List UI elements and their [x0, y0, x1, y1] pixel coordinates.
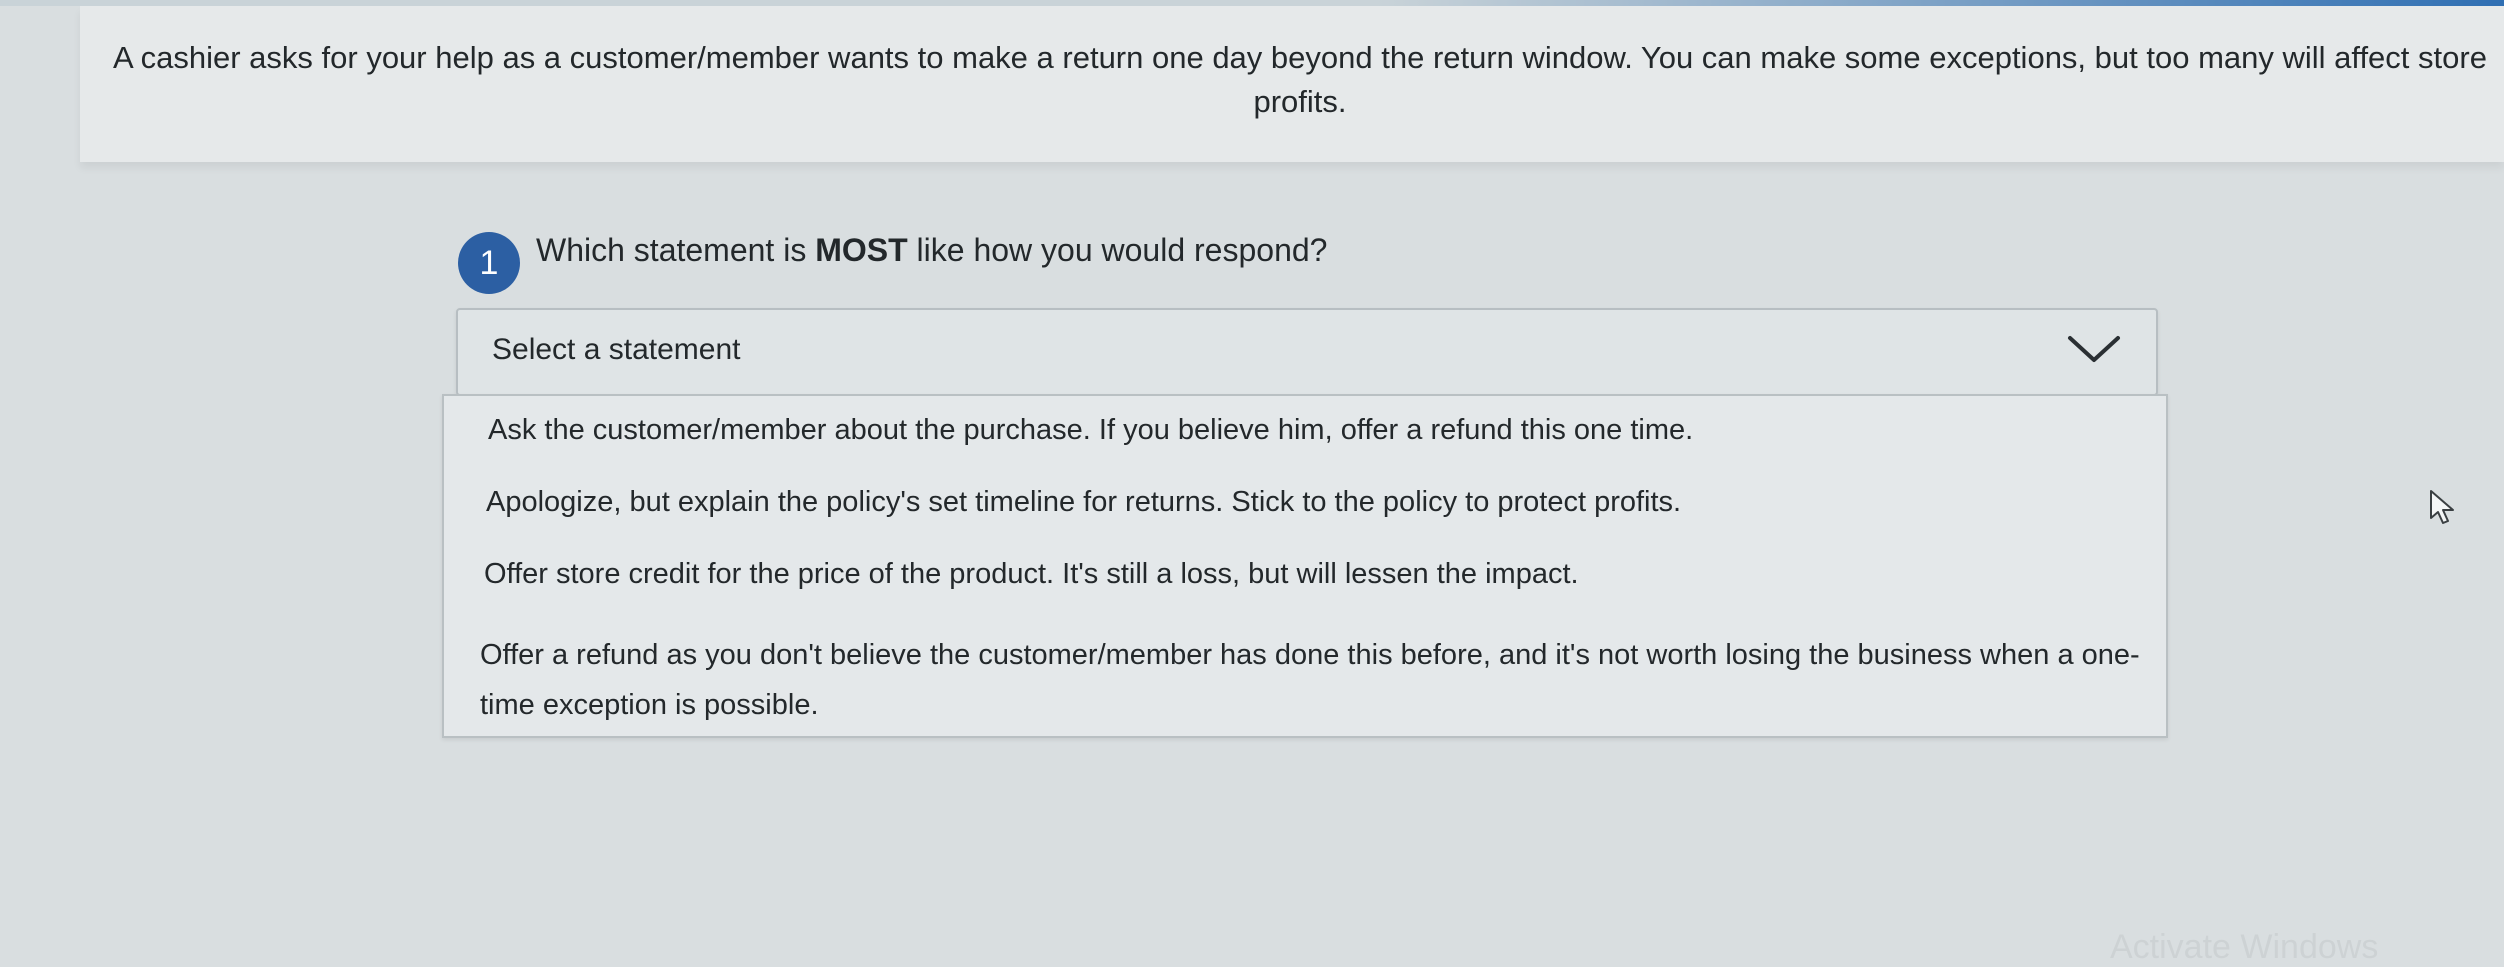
statement-select[interactable]: Select a statement: [456, 308, 2158, 396]
question-number-badge: 1: [458, 232, 520, 294]
statement-options-list: Ask the customer/member about the purcha…: [442, 394, 2168, 738]
activate-windows-watermark: Activate Windows: [2110, 928, 2379, 966]
question-text-before: Which statement is: [536, 232, 816, 268]
option-item[interactable]: Offer store credit for the price of the …: [484, 554, 1579, 594]
select-value: Select a statement: [492, 333, 741, 366]
option-item[interactable]: Ask the customer/member about the purcha…: [488, 410, 1693, 450]
mouse-cursor-icon: [2430, 490, 2454, 524]
chevron-down-icon[interactable]: [2066, 332, 2122, 366]
question-text-after: like how you would respond?: [907, 232, 1328, 268]
scenario-text: A cashier asks for your help as a custom…: [113, 40, 2487, 119]
question-text: Which statement is MOST like how you wou…: [536, 230, 1327, 270]
question-text-bold: MOST: [815, 232, 908, 268]
option-item[interactable]: Offer a refund as you don't believe the …: [480, 630, 2140, 730]
option-item[interactable]: Apologize, but explain the policy's set …: [486, 482, 1681, 522]
